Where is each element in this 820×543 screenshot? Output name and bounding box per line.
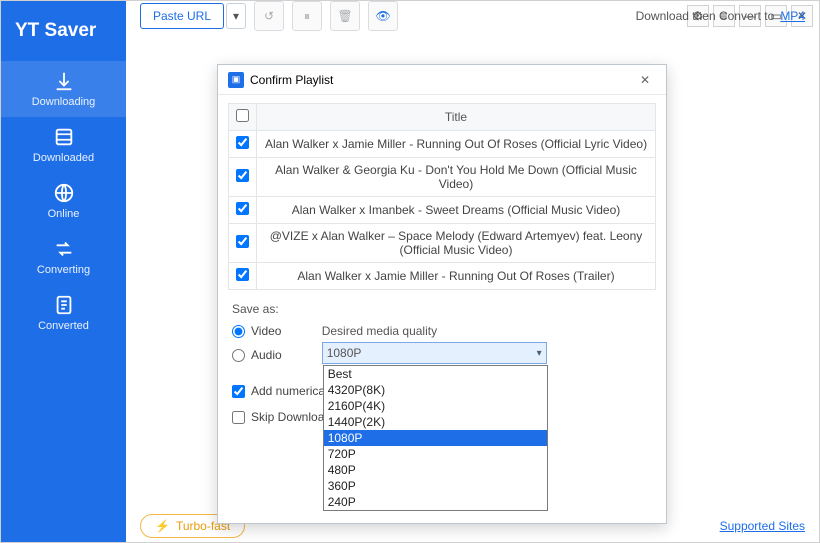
quality-option[interactable]: 720P <box>324 446 547 462</box>
download-icon <box>53 70 75 92</box>
playlist-icon: ▣ <box>228 72 244 88</box>
row-checkbox[interactable] <box>236 136 249 149</box>
video-radio[interactable]: Video <box>232 324 282 338</box>
row-checkbox[interactable] <box>236 268 249 281</box>
quality-select[interactable]: 1080P ▾ <box>322 342 547 364</box>
globe-icon <box>53 182 75 204</box>
sidebar-item-label: Converted <box>38 320 89 332</box>
row-title: Alan Walker & Georgia Ku - Don't You Hol… <box>257 158 656 197</box>
table-row: Alan Walker x Jamie Miller - Running Out… <box>229 131 656 158</box>
dialog-close-button[interactable]: ✕ <box>634 71 656 89</box>
column-title: Title <box>257 104 656 131</box>
sidebar-item-label: Online <box>48 208 80 220</box>
quality-option[interactable]: 2160P(4K) <box>324 398 547 414</box>
film-icon <box>53 126 75 148</box>
sidebar-item-downloaded[interactable]: Downloaded <box>1 117 126 173</box>
table-row: Alan Walker x Jamie Miller - Running Out… <box>229 263 656 290</box>
quality-option[interactable]: 360P <box>324 478 547 494</box>
delete-button[interactable]: 🗑 <box>330 1 360 31</box>
sidebar-item-online[interactable]: Online <box>1 173 126 229</box>
row-title: Alan Walker x Imanbek - Sweet Dreams (Of… <box>257 197 656 224</box>
sidebar-item-downloading[interactable]: Downloading <box>1 61 126 117</box>
quality-option[interactable]: 1440P(2K) <box>324 414 547 430</box>
audio-radio[interactable]: Audio <box>232 348 282 362</box>
sidebar-item-label: Downloading <box>32 96 96 108</box>
undo-button[interactable]: ↺ <box>254 1 284 31</box>
format-link[interactable]: MP4 <box>780 9 805 23</box>
quality-option[interactable]: 480P <box>324 462 547 478</box>
chevron-down-icon: ▾ <box>233 9 239 23</box>
trash-icon: 🗑 <box>337 9 352 23</box>
chevron-down-icon: ▾ <box>537 348 542 359</box>
lightning-icon: ⚡ <box>155 519 170 533</box>
table-row: Alan Walker & Georgia Ku - Don't You Hol… <box>229 158 656 197</box>
paste-url-button[interactable]: Paste URL <box>140 3 224 29</box>
quality-option[interactable]: 4320P(8K) <box>324 382 547 398</box>
convert-icon <box>53 238 75 260</box>
eye-icon: 👁 <box>375 9 390 23</box>
format-radio-group: Video Audio <box>232 324 282 372</box>
row-title: @VIZE x Alan Walker – Space Melody (Edwa… <box>257 224 656 263</box>
quality-option[interactable]: 240P <box>324 494 547 510</box>
sidebar-item-converted[interactable]: Converted <box>1 285 126 341</box>
save-as-label: Save as: <box>232 302 652 316</box>
undo-icon: ↺ <box>264 9 274 23</box>
row-title: Alan Walker x Jamie Miller - Running Out… <box>257 263 656 290</box>
nav: Downloading Downloaded Online Converting… <box>1 61 126 341</box>
quality-selected-value: 1080P <box>327 346 362 360</box>
app-logo: YT Saver <box>1 1 126 61</box>
file-icon <box>53 294 75 316</box>
preview-button[interactable]: 👁 <box>368 1 398 31</box>
row-title: Alan Walker x Jamie Miller - Running Out… <box>257 131 656 158</box>
quality-option[interactable]: 1080P <box>324 430 547 446</box>
quality-option[interactable]: Best <box>324 366 547 382</box>
sidebar-item-label: Converting <box>37 264 90 276</box>
sidebar: YT Saver Downloading Downloaded Online C… <box>1 1 126 542</box>
row-checkbox[interactable] <box>236 169 249 182</box>
table-row: Alan Walker x Imanbek - Sweet Dreams (Of… <box>229 197 656 224</box>
pause-button[interactable]: ⏸ <box>292 1 322 31</box>
quality-dropdown[interactable]: Best4320P(8K)2160P(4K)1440P(2K)1080P720P… <box>323 365 548 511</box>
select-all-checkbox[interactable] <box>236 109 249 122</box>
column-select-all <box>229 104 257 131</box>
toolbar: Paste URL ▾ ↺ ⏸ 🗑 👁 Download then Conver… <box>126 0 819 31</box>
dialog-title-bar: ▣ Confirm Playlist ✕ <box>218 65 666 95</box>
quality-group: Desired media quality 1080P ▾ <box>322 324 652 364</box>
row-checkbox[interactable] <box>236 235 249 248</box>
dialog-title: Confirm Playlist <box>250 73 333 87</box>
sidebar-item-label: Downloaded <box>33 152 94 164</box>
table-row: @VIZE x Alan Walker – Space Melody (Edwa… <box>229 224 656 263</box>
sidebar-item-converting[interactable]: Converting <box>1 229 126 285</box>
convert-target: Download then Convert to MP4 <box>636 9 805 23</box>
playlist-table-wrap: Title Alan Walker x Jamie Miller - Runni… <box>218 95 666 290</box>
quality-label: Desired media quality <box>322 324 652 338</box>
playlist-table: Title Alan Walker x Jamie Miller - Runni… <box>228 103 656 290</box>
pause-icon: ⏸ <box>304 9 310 24</box>
paste-url-dropdown[interactable]: ▾ <box>226 3 246 29</box>
download-then-label: Download then Convert to <box>636 9 775 23</box>
supported-sites-link[interactable]: Supported Sites <box>720 519 805 533</box>
row-checkbox[interactable] <box>236 202 249 215</box>
